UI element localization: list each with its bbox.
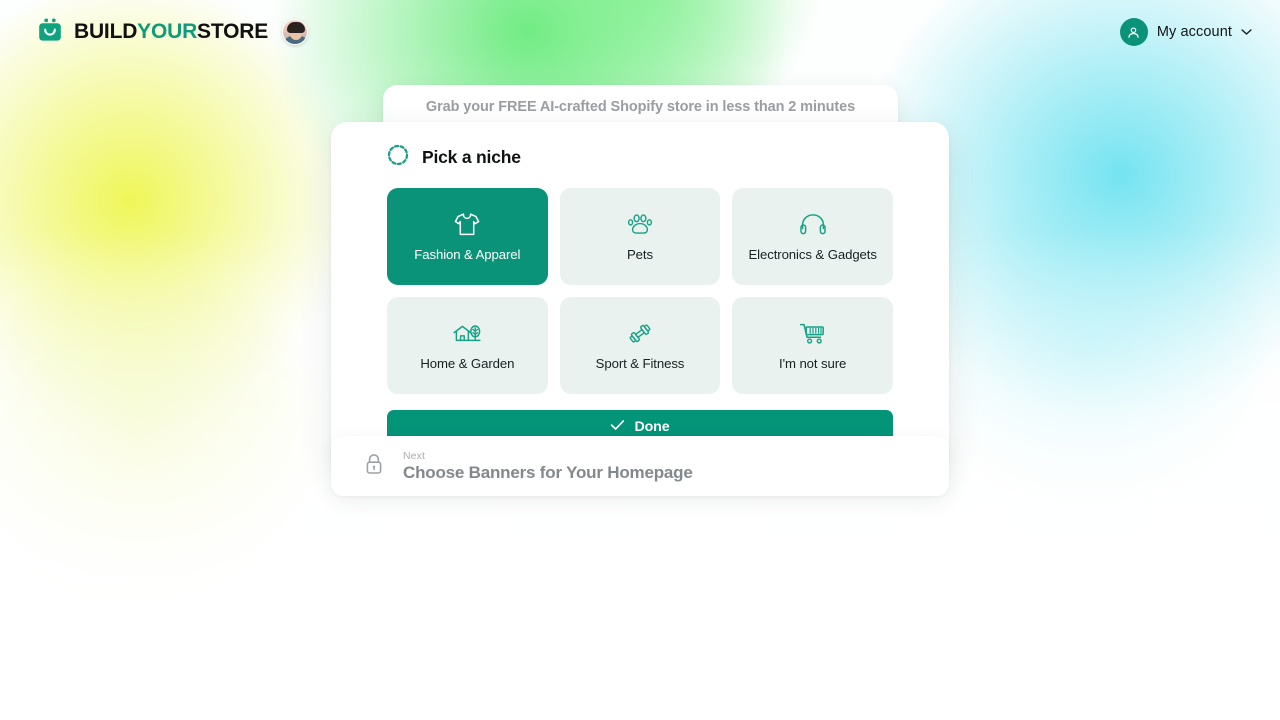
- wizard-stage: Grab your FREE AI-crafted Shopify store …: [0, 0, 1280, 720]
- user-photo-avatar[interactable]: [282, 19, 309, 45]
- next-step-title: Choose Banners for Your Homepage: [403, 462, 693, 482]
- niche-tile-label: Fashion & Apparel: [414, 247, 521, 263]
- next-step-texts: Next Choose Banners for Your Homepage: [403, 450, 693, 483]
- my-account-label: My account: [1156, 24, 1232, 40]
- shopping-cart-icon: [798, 318, 828, 348]
- brand-logo-group[interactable]: BUILDYOURSTORE: [36, 16, 309, 49]
- done-button-label: Done: [634, 419, 670, 435]
- dumbbell-icon: [625, 318, 655, 348]
- shopping-bag-smile-icon: [36, 16, 64, 49]
- page-header: BUILDYOURSTORE My account: [0, 0, 1280, 64]
- niche-tile-label: Pets: [626, 247, 653, 263]
- niche-tile-sport-fitness[interactable]: Sport & Fitness: [559, 297, 721, 394]
- page-title: Pick a niche: [422, 147, 521, 167]
- next-step-card: Next Choose Banners for Your Homepage: [331, 436, 949, 496]
- headphones-icon: [798, 209, 828, 239]
- chevron-down-icon: [1241, 23, 1252, 41]
- brand-word-store: STORE: [197, 20, 269, 43]
- niche-grid: Fashion & Apparel Pets Electronics & Gad…: [387, 188, 893, 394]
- niche-tile-fashion-apparel[interactable]: Fashion & Apparel: [387, 188, 548, 285]
- niche-tile-label: Sport & Fitness: [595, 356, 685, 372]
- house-tree-icon: [451, 318, 483, 348]
- brand-wordmark: BUILDYOURSTORE: [74, 20, 268, 44]
- niche-tile-im-not-sure[interactable]: I'm not sure: [732, 297, 893, 394]
- next-eyebrow-label: Next: [403, 449, 425, 462]
- niche-tile-pets[interactable]: Pets: [559, 188, 721, 285]
- niche-tile-electronics-gadgets[interactable]: Electronics & Gadgets: [732, 188, 893, 285]
- tshirt-icon: [452, 209, 482, 239]
- my-account-menu[interactable]: My account: [1119, 18, 1252, 46]
- niche-tile-label: Home & Garden: [420, 356, 515, 372]
- niche-tile-home-garden[interactable]: Home & Garden: [387, 297, 548, 394]
- user-circle-icon: [1119, 18, 1148, 46]
- pick-a-niche-header: Pick a niche: [387, 144, 893, 171]
- niche-tile-label: I'm not sure: [779, 356, 847, 372]
- brand-word-your: YOUR: [137, 20, 198, 43]
- brand-word-build: BUILD: [74, 20, 138, 43]
- dashed-circle-icon: [387, 144, 409, 171]
- lock-icon: [363, 452, 385, 481]
- niche-tile-label: Electronics & Gadgets: [748, 247, 877, 263]
- paw-icon: [625, 209, 655, 239]
- avatar-hair: [287, 22, 306, 33]
- check-icon: [610, 419, 625, 435]
- promo-text: Grab your FREE AI-crafted Shopify store …: [425, 99, 856, 115]
- pick-a-niche-card: Pick a niche Fashion & Apparel Pets Elec…: [331, 122, 949, 466]
